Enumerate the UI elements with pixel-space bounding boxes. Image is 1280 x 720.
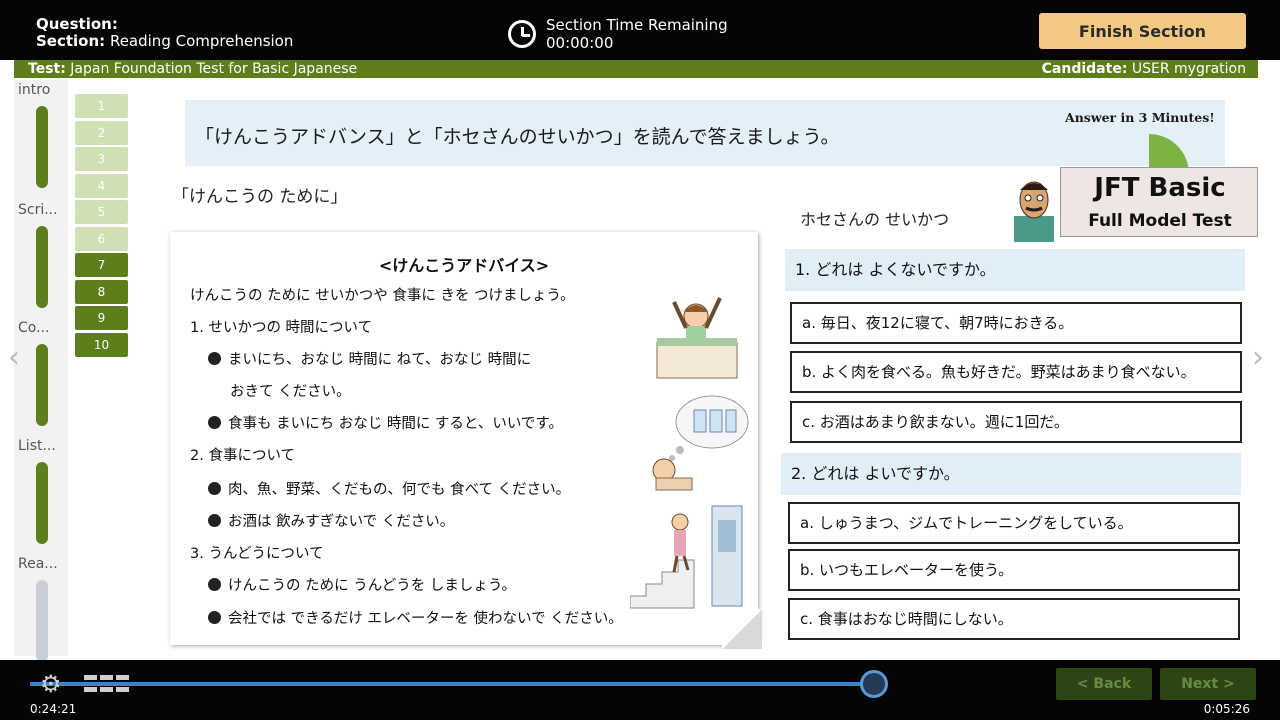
- question-number-button[interactable]: 9: [75, 306, 128, 330]
- time-total: 0:05:26: [1203, 702, 1250, 716]
- candidate-label: Candidate:: [1041, 61, 1128, 77]
- man-avatar: [1014, 181, 1054, 242]
- profile-title: ホセさんの せいかつ: [800, 210, 950, 229]
- question-number-button[interactable]: 4: [75, 173, 128, 198]
- test-info: Test: Japan Foundation Test for Basic Ja…: [28, 60, 357, 78]
- grid-menu-icon[interactable]: [84, 675, 130, 695]
- passage-bullet: まいにち、おなじ 時間に ねて、おなじ 時間に: [208, 348, 531, 369]
- q1-option-b[interactable]: b. よく肉を食べる。魚も好きだ。野菜はあまり食べない。: [790, 351, 1242, 393]
- passage-bullet: 食事も まいにち おなじ 時間に すると、いいです。: [208, 412, 563, 433]
- logo-subtitle: Full Model Test: [1088, 211, 1232, 231]
- clock-icon: [508, 20, 536, 48]
- candidate-info: Candidate: USER mygration: [1042, 60, 1246, 78]
- page-curl: [722, 609, 762, 649]
- test-label: Test:: [28, 61, 66, 77]
- playback-scrubber-handle[interactable]: [860, 670, 888, 698]
- section-timer: Section Time Remaining 00:00:00: [546, 16, 728, 52]
- q2-option-b[interactable]: b. いつもエレベーターを使う。: [788, 549, 1240, 591]
- question-number-button[interactable]: 5: [75, 200, 128, 224]
- logo-title: JFT Basic: [1094, 173, 1226, 203]
- instruction-text: 「けんこうアドバンス」と「ホセさんのせいかつ」を読んで答えましょう。: [195, 126, 840, 148]
- test-name: Japan Foundation Test for Basic Japanese: [70, 61, 358, 77]
- reading-passage: <けんこうアドバイス> けんこうの ために せいかつや 食事に きを つけましょ…: [170, 232, 762, 649]
- next-page-arrow-icon[interactable]: ›: [1252, 340, 1264, 375]
- section-progress-bar: [36, 462, 48, 544]
- bullet-icon: [208, 352, 221, 365]
- waking-up-illustration: [656, 297, 738, 379]
- q1-option-c[interactable]: c. お酒はあまり飲まない。週に1回だ。: [790, 401, 1242, 443]
- section-label: Co...: [18, 320, 50, 336]
- bullet-text: 肉、魚、野菜、くだもの、何でも 食べて ください。: [228, 482, 571, 498]
- bullet-text: 食事も まいにち おなじ 時間に すると、いいです。: [228, 416, 563, 432]
- question-number-button[interactable]: 10: [75, 332, 128, 357]
- passage-bullet: 会社では できるだけ エレベーターを 使わないで ください。: [208, 607, 623, 628]
- q2-option-a[interactable]: a. しゅうまつ、ジムでトレーニングをしている。: [788, 502, 1240, 544]
- passage-bullet: けんこうの ために うんどうを しましょう。: [208, 574, 516, 595]
- back-button[interactable]: < Back: [1056, 668, 1152, 700]
- bullet-icon: [208, 611, 221, 624]
- gear-icon[interactable]: ⚙: [40, 672, 68, 696]
- passage-intro: けんこうの ために せいかつや 食事に きを つけましょう。: [190, 288, 575, 304]
- passage-heading: 3. うんどうについて: [190, 546, 324, 562]
- bullet-icon: [208, 416, 221, 429]
- section-progress-bar: [36, 226, 48, 308]
- q1-option-a[interactable]: a. 毎日、夜12に寝て、朝7時におきる。: [790, 302, 1242, 344]
- jft-basic-logo: JFT Basic Full Model Test: [1060, 167, 1258, 237]
- passage-title: <けんこうアドバイス>: [378, 256, 550, 275]
- section-label: Scri...: [18, 202, 58, 218]
- candidate-name: USER mygration: [1131, 61, 1246, 77]
- section-label: Section:: [36, 32, 106, 50]
- drinking-dream-illustration: [652, 395, 749, 491]
- passage-bullet: 肉、魚、野菜、くだもの、何でも 食べて ください。: [208, 478, 570, 499]
- passage-bullet-cont: おきて ください。: [230, 384, 351, 400]
- section-progress-bar: [36, 344, 48, 426]
- section-navigator: intro Scri... Co... List... Rea...: [14, 80, 68, 662]
- bullet-text: けんこうの ために うんどうを しましょう。: [228, 578, 517, 594]
- question-number-button[interactable]: 7: [75, 253, 128, 277]
- bullet-icon: [208, 578, 221, 591]
- question-number-button[interactable]: 1: [75, 94, 128, 118]
- section-progress-bar: [36, 580, 48, 662]
- question-navigator: 1 2 3 4 5 6 7 8 9 10: [75, 94, 128, 359]
- timer-value: 00:00:00: [546, 34, 614, 52]
- passage-bullet: お酒は 飲みすぎないで ください。: [208, 510, 454, 531]
- section-label: Rea...: [18, 556, 58, 572]
- question-1-prompt: 1. どれは よくないですか。: [785, 249, 1245, 291]
- stairs-illustration: [630, 505, 743, 609]
- question-label: Question:: [36, 15, 118, 33]
- bullet-text: まいにち、おなじ 時間に ねて、おなじ 時間に: [228, 352, 532, 368]
- playback-progress-bar[interactable]: [30, 682, 874, 686]
- section-label: intro: [18, 82, 51, 98]
- bullet-icon: [208, 514, 221, 527]
- section-label: List...: [18, 438, 56, 454]
- top-header: Question: Section: Reading Comprehension…: [0, 0, 1280, 60]
- test-info-bar: Test: Japan Foundation Test for Basic Ja…: [14, 60, 1258, 78]
- answer-time-note: Answer in 3 Minutes!: [1065, 110, 1215, 125]
- section-progress-bar: [36, 106, 48, 188]
- instruction-banner: 「けんこうアドバンス」と「ホセさんのせいかつ」を読んで答えましょう。 Answe…: [185, 100, 1225, 174]
- passage-subtitle: 「けんこうの ために」: [172, 187, 348, 207]
- question-2-prompt: 2. どれは よいですか。: [781, 453, 1241, 495]
- bullet-icon: [208, 482, 221, 495]
- q2-option-c[interactable]: c. 食事はおなじ時間にしない。: [788, 598, 1240, 640]
- time-elapsed: 0:24:21: [30, 702, 77, 716]
- question-number-button[interactable]: 8: [75, 279, 128, 304]
- question-number-button[interactable]: 3: [75, 147, 128, 171]
- next-button[interactable]: Next >: [1160, 668, 1256, 700]
- finish-section-button[interactable]: Finish Section: [1039, 13, 1246, 49]
- bullet-text: お酒は 飲みすぎないで ください。: [228, 514, 455, 530]
- timer-label: Section Time Remaining: [546, 16, 728, 34]
- bullet-text: 会社では できるだけ エレベーターを 使わないで ください。: [228, 611, 623, 627]
- previous-page-arrow-icon[interactable]: ‹: [8, 340, 20, 375]
- section-value: Reading Comprehension: [109, 32, 294, 50]
- passage-heading: 1. せいかつの 時間について: [190, 320, 373, 336]
- question-number-button[interactable]: 6: [75, 226, 128, 251]
- question-number-button[interactable]: 2: [75, 120, 128, 145]
- question-info: Question: Section: Reading Comprehension: [36, 16, 293, 50]
- passage-heading: 2. 食事について: [190, 448, 296, 464]
